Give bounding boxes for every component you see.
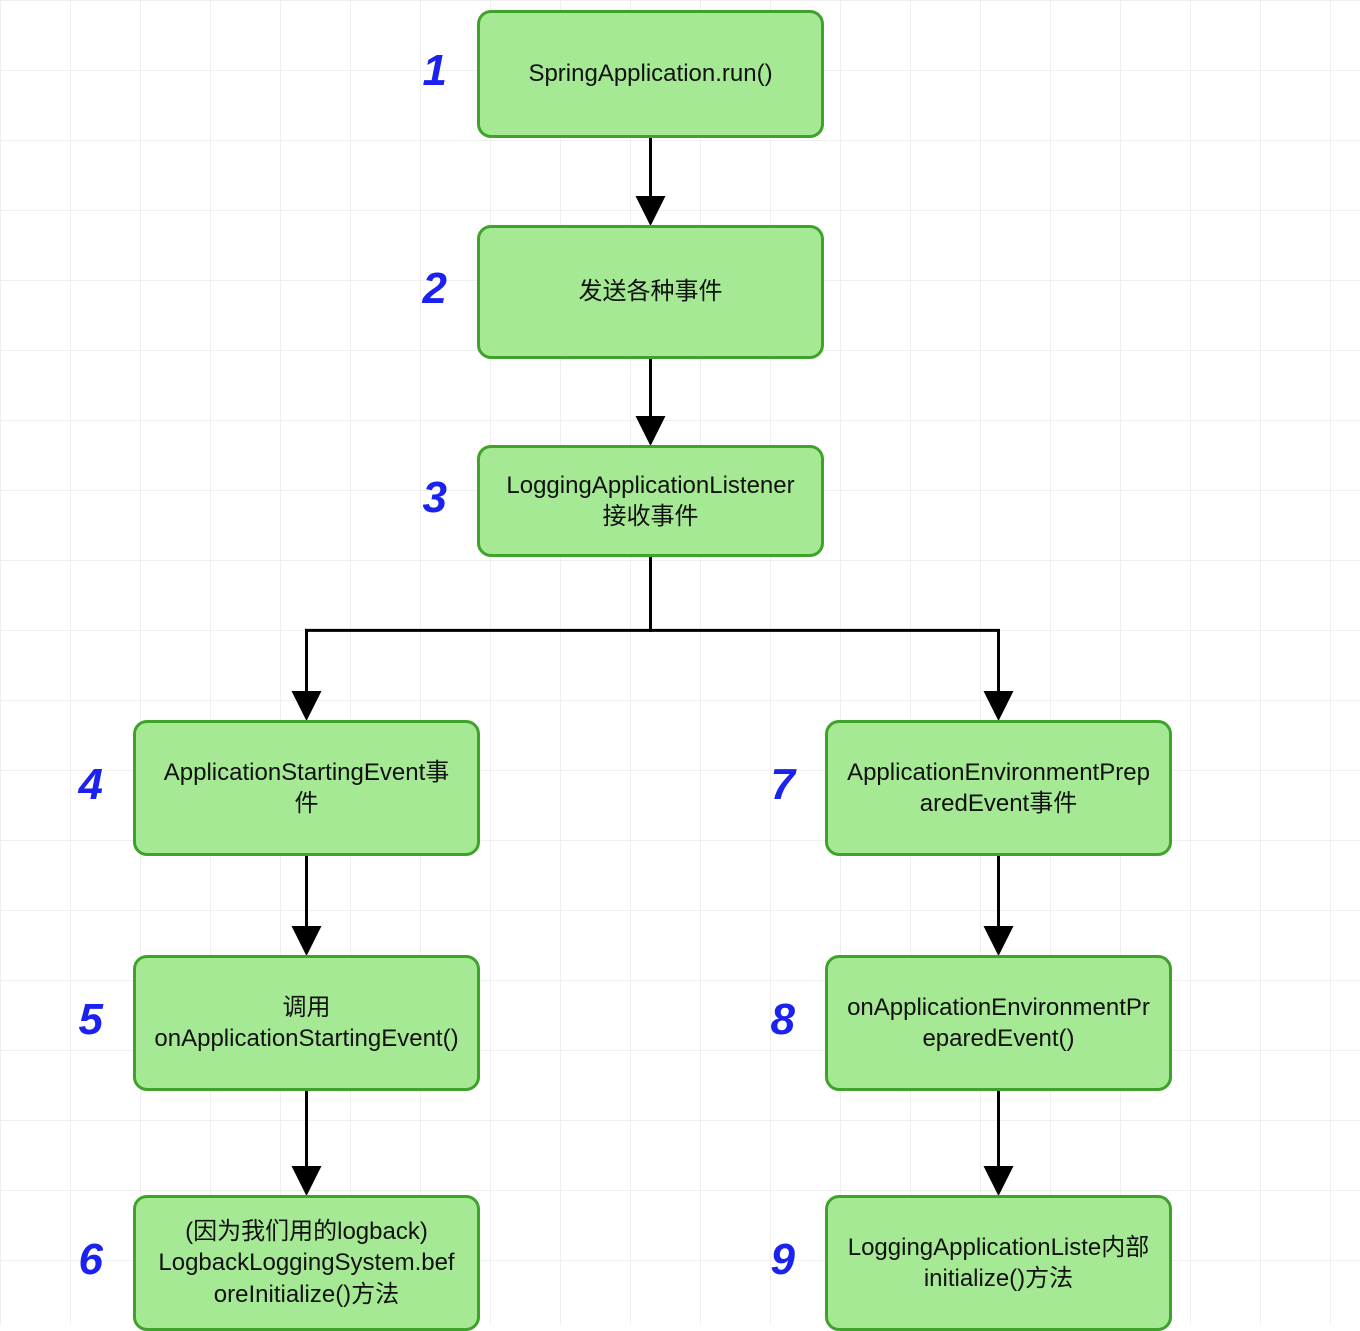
flow-node-n5: 调用onApplicationStartingEvent() xyxy=(133,955,480,1091)
flow-node-label: (因为我们用的logback) LogbackLoggingSystem.bef… xyxy=(152,1216,461,1310)
flow-node-n2: 发送各种事件 xyxy=(477,225,824,359)
flow-node-n6: (因为我们用的logback) LogbackLoggingSystem.bef… xyxy=(133,1195,480,1331)
flow-node-n1: SpringApplication.run() xyxy=(477,10,824,138)
flow-node-n4: ApplicationStartingEvent事件 xyxy=(133,720,480,856)
flow-node-n7: ApplicationEnvironmentPreparedEvent事件 xyxy=(825,720,1172,856)
flow-node-number-9: 9 xyxy=(745,1235,795,1285)
flow-node-number-3: 3 xyxy=(397,473,447,523)
flow-node-number-6: 6 xyxy=(53,1235,103,1285)
flow-node-label: ApplicationStartingEvent事件 xyxy=(152,757,461,819)
flow-node-label: 调用onApplicationStartingEvent() xyxy=(152,992,461,1054)
flow-node-number-2: 2 xyxy=(397,264,447,314)
flow-node-label: SpringApplication.run() xyxy=(528,58,772,89)
flow-node-label: LoggingApplicationListener接收事件 xyxy=(496,470,805,532)
flow-node-number-5: 5 xyxy=(53,995,103,1045)
flow-node-number-7: 7 xyxy=(745,760,795,810)
flow-node-n3: LoggingApplicationListener接收事件 xyxy=(477,445,824,557)
flow-node-n9: LoggingApplicationListe内部initialize()方法 xyxy=(825,1195,1172,1331)
flowchart-canvas: SpringApplication.run() 1 发送各种事件 2 LoggingAp… xyxy=(0,0,1360,1324)
edges-layer xyxy=(0,0,1360,1324)
flow-node-n8: onApplicationEnvironmentPreparedEvent() xyxy=(825,955,1172,1091)
flow-node-number-4: 4 xyxy=(53,760,103,810)
flow-node-number-1: 1 xyxy=(397,46,447,96)
flow-node-label: ApplicationEnvironmentPreparedEvent事件 xyxy=(844,757,1153,819)
flow-node-number-8: 8 xyxy=(745,995,795,1045)
flow-node-label: onApplicationEnvironmentPreparedEvent() xyxy=(844,992,1153,1054)
flow-node-label: LoggingApplicationListe内部initialize()方法 xyxy=(844,1232,1153,1294)
flow-node-label: 发送各种事件 xyxy=(579,276,723,307)
